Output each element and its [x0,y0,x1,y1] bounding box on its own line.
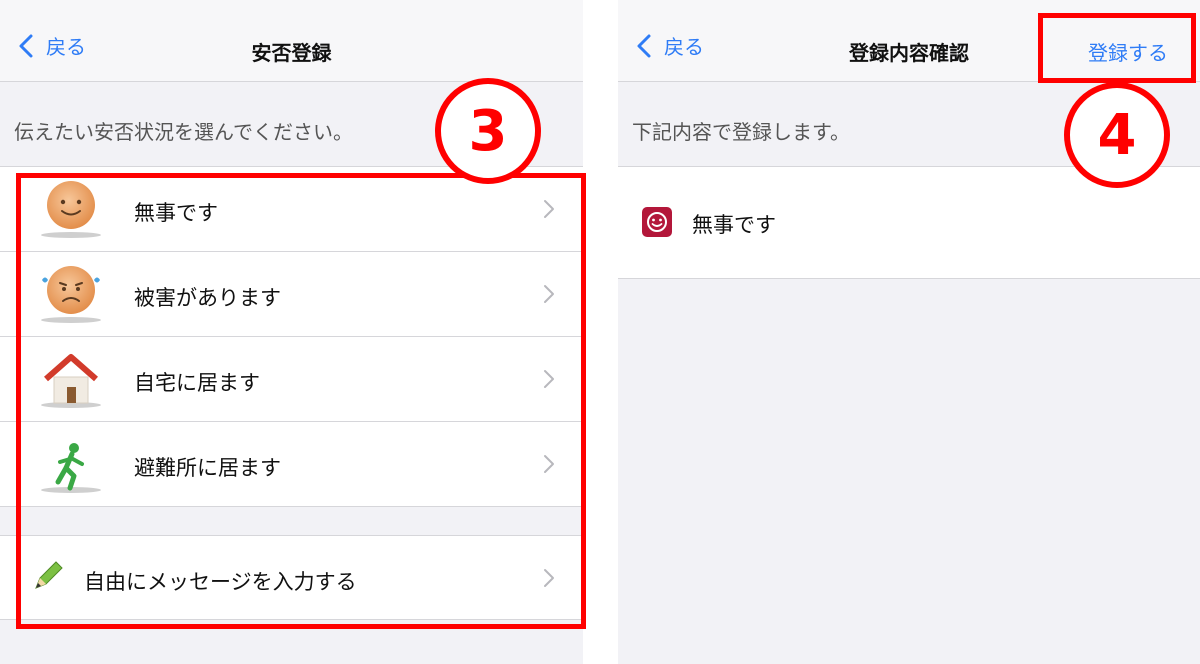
smiley-badge-icon [642,207,672,237]
instruction-text: 伝えたい安否状況を選んでください。 [14,120,353,144]
navigation-bar: 戻る 安否登録 [0,0,583,82]
step-3-marker: 3 [435,78,541,184]
page-title: 安否登録 [251,41,332,65]
annotation-highlight-register [1038,13,1196,83]
step-4-marker: 4 [1064,82,1170,188]
instruction-text: 下記内容で登録します。 [632,120,850,144]
selected-status-label: 無事です [692,213,776,237]
annotation-highlight-options [16,173,586,629]
